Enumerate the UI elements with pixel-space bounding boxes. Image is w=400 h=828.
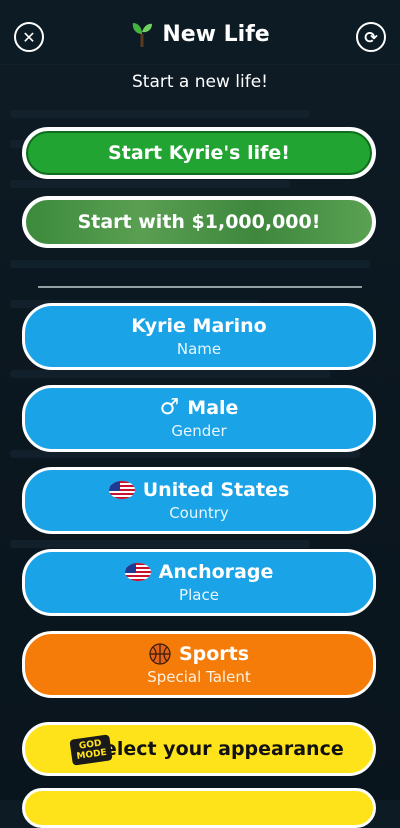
basketball-icon — [149, 643, 171, 665]
start-life-button[interactable]: Start Kyrie's life! — [22, 127, 376, 179]
place-value: Anchorage — [158, 561, 274, 583]
next-yellow-button-partial[interactable] — [22, 788, 376, 828]
us-flag-icon — [108, 481, 135, 499]
name-label: Name — [176, 340, 222, 358]
start-life-label: Start Kyrie's life! — [108, 142, 290, 164]
gender-row: ♂ Male — [159, 395, 239, 420]
sprout-icon — [133, 23, 153, 47]
subtitle: Start a new life! — [132, 72, 268, 92]
country-value: United States — [142, 479, 290, 501]
us-flag-icon — [124, 563, 151, 581]
place-row: Anchorage — [124, 561, 274, 583]
place-option-button[interactable]: Anchorage Place — [22, 549, 376, 616]
name-value: Kyrie Marino — [131, 315, 267, 337]
appearance-label: Select your appearance — [90, 738, 344, 760]
country-option-button[interactable]: United States Country — [22, 467, 376, 534]
divider — [38, 286, 362, 288]
start-million-button[interactable]: Start with $1,000,000! — [22, 196, 376, 248]
talent-row: Sports — [149, 643, 249, 665]
refresh-icon[interactable]: ⟳ — [356, 22, 386, 52]
gender-label: Gender — [171, 422, 227, 440]
title-wrap: New Life — [0, 20, 400, 48]
gender-option-button[interactable]: ♂ Male Gender — [22, 385, 376, 452]
god-mode-badge: GOD MODE — [69, 734, 113, 766]
page-title: New Life — [162, 21, 270, 47]
country-row: United States — [108, 479, 290, 501]
talent-value: Sports — [178, 643, 250, 665]
name-option-button[interactable]: Kyrie Marino Name — [22, 303, 376, 370]
male-icon: ♂ — [159, 395, 180, 420]
country-label: Country — [169, 504, 229, 522]
talent-label: Special Talent — [147, 668, 251, 686]
start-million-label: Start with $1,000,000! — [77, 211, 321, 233]
select-appearance-button[interactable]: GOD MODE Select your appearance — [22, 722, 376, 776]
talent-option-button[interactable]: Sports Special Talent — [22, 631, 376, 698]
modal-header: ✕ New Life ⟳ — [0, 14, 400, 62]
place-label: Place — [179, 586, 219, 604]
gender-value: Male — [187, 397, 239, 419]
